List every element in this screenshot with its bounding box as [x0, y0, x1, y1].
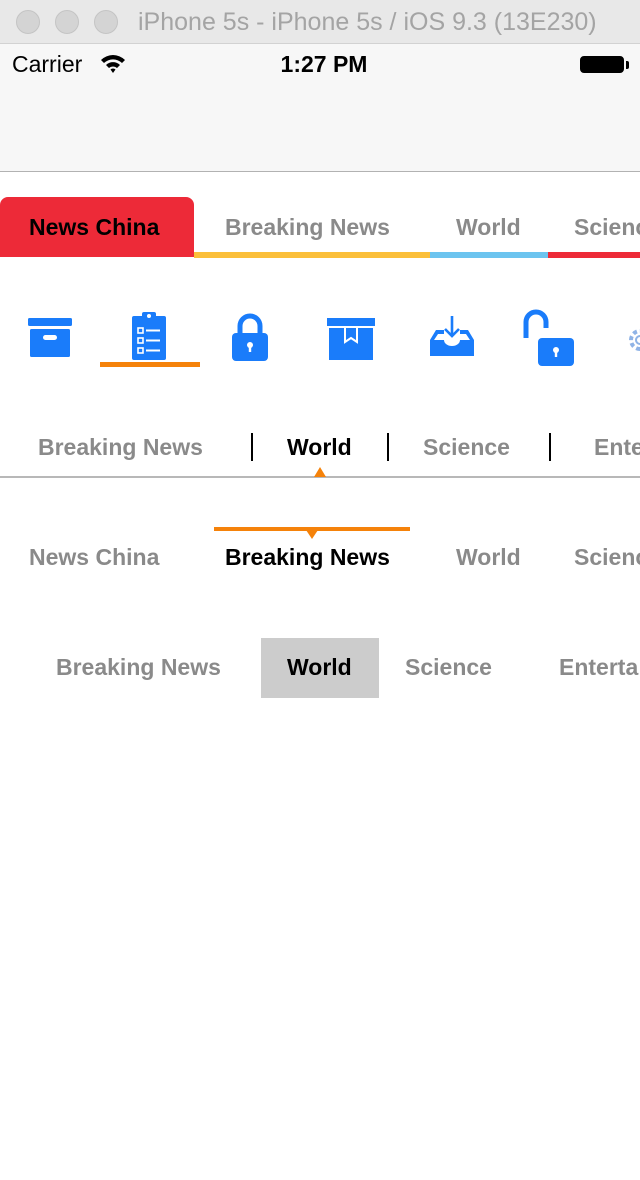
row1-tab-breaking-news[interactable]: Breaking News — [225, 216, 390, 239]
battery-icon — [580, 56, 624, 73]
row4-tab-world[interactable]: World — [456, 546, 521, 569]
window-title: iPhone 5s - iPhone 5s / iOS 9.3 (13E230) — [138, 8, 597, 36]
status-bar: Carrier 1:27 PM — [0, 44, 640, 84]
row3-tab-entertainment[interactable]: Ente — [594, 436, 640, 459]
simulator-window: iPhone 5s - iPhone 5s / iOS 9.3 (13E230)… — [0, 0, 640, 1180]
lock-icon[interactable] — [222, 308, 282, 368]
archive-box-icon[interactable] — [22, 308, 82, 368]
zoom-window-button[interactable] — [94, 10, 118, 34]
row5-tab-breaking-news[interactable]: Breaking News — [56, 656, 221, 679]
unlock-icon[interactable] — [518, 308, 578, 368]
row5-tab-science[interactable]: Science — [405, 656, 492, 679]
clipboard-list-icon[interactable] — [121, 308, 181, 368]
battery-nub — [626, 61, 629, 69]
row3-tab-world[interactable]: World — [287, 436, 352, 459]
row1-tab-news-china[interactable]: News China — [29, 216, 159, 239]
navigation-bar — [0, 84, 640, 172]
inbox-download-icon[interactable] — [424, 308, 484, 368]
row4-tab-breaking-news[interactable]: Breaking News — [225, 546, 390, 569]
row1-indicator-world — [430, 252, 548, 258]
status-time: 1:27 PM — [280, 51, 368, 77]
row3-separator — [549, 433, 551, 461]
row3-tab-breaking-news[interactable]: Breaking News — [38, 436, 203, 459]
row1-tab-science[interactable]: Scienc — [574, 216, 640, 239]
minimize-window-button[interactable] — [55, 10, 79, 34]
row1-indicator-breaking — [194, 252, 430, 258]
row4-active-caret — [306, 530, 318, 539]
row3-tab-science[interactable]: Science — [423, 436, 510, 459]
gear-icon[interactable] — [626, 308, 640, 368]
row5-tab-entertainment[interactable]: Enterta — [559, 656, 638, 679]
row3-separator — [251, 433, 253, 461]
window-titlebar: iPhone 5s - iPhone 5s / iOS 9.3 (13E230) — [0, 0, 640, 44]
row3-separator — [387, 433, 389, 461]
row1-tab-world[interactable]: World — [456, 216, 521, 239]
row1-indicator-science — [548, 252, 640, 258]
row5-tab-world[interactable]: World — [287, 656, 352, 679]
close-window-button[interactable] — [16, 10, 40, 34]
archive-bookmark-icon[interactable] — [322, 308, 382, 368]
row3-active-caret — [314, 467, 326, 477]
row2-active-indicator — [100, 362, 200, 367]
row4-tab-news-china[interactable]: News China — [29, 546, 159, 569]
row4-tab-science[interactable]: Scienc — [574, 546, 640, 569]
